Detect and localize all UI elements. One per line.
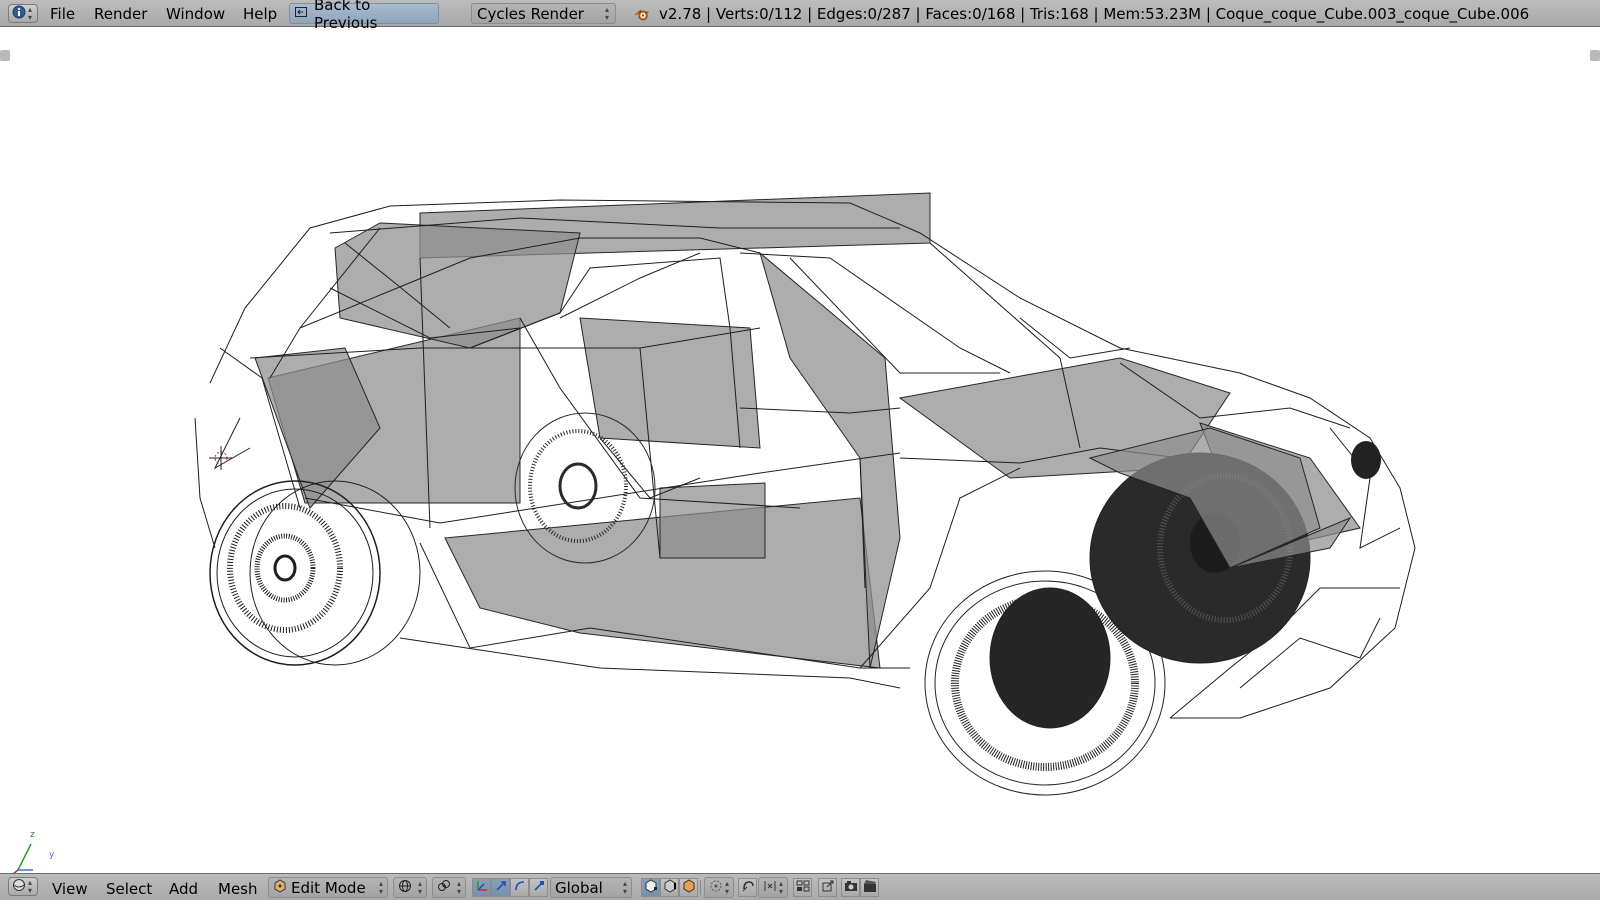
snap-element-icon (763, 879, 777, 897)
snap-element-select[interactable]: ▴ ▾ (758, 877, 788, 898)
snap-icon (741, 879, 755, 897)
menu-view[interactable]: View (52, 880, 88, 898)
edge-select-toggle[interactable] (660, 878, 679, 897)
menu-mesh[interactable]: Mesh (218, 880, 258, 898)
back-to-previous-button[interactable]: Back to Previous (289, 0, 439, 32)
separator (700, 880, 701, 895)
viewport-shading-icon (398, 879, 412, 897)
updown-arrows-icon: ▴ ▾ (778, 879, 783, 896)
proportional-edit-icon (709, 879, 723, 897)
render-still-button[interactable] (841, 878, 860, 897)
mode-select[interactable]: Edit Mode ▴ ▾ (268, 877, 388, 898)
axis-y-label: y (49, 850, 55, 860)
menu-add[interactable]: Add (169, 880, 198, 898)
manipulator-toggle[interactable] (472, 878, 491, 897)
translate-toggle[interactable] (491, 878, 510, 897)
edit-mode-icon (273, 878, 287, 897)
rotate-toggle[interactable] (510, 878, 529, 897)
vertex-select-toggle[interactable] (641, 878, 660, 897)
proportional-edit-select[interactable]: ▴ ▾ (704, 877, 734, 898)
manipulator-icon (475, 879, 489, 897)
3d-viewport[interactable]: z y (0, 28, 1600, 875)
edge-select-icon (663, 878, 677, 897)
viewport-shading-select[interactable]: ▴ ▾ (393, 877, 427, 898)
render-engine-label: Cycles Render (477, 4, 584, 23)
translate-icon (494, 879, 508, 897)
axis-z-label: z (30, 830, 35, 840)
scale-icon (532, 879, 546, 897)
scale-toggle[interactable] (529, 878, 548, 897)
back-to-previous-label: Back to Previous (314, 0, 378, 32)
render-icon (844, 879, 858, 897)
updown-arrows-icon: ▴ ▾ (417, 879, 422, 896)
scene-stats: v2.78 | Verts:0/112 | Edges:0/287 | Face… (659, 5, 1530, 23)
clapper-icon (863, 879, 877, 897)
overlay-toggle[interactable] (818, 878, 837, 897)
info-icon (12, 5, 26, 23)
overlay-icon (821, 879, 835, 897)
rotate-icon (513, 879, 527, 897)
updown-arrows-icon: ▴ ▾ (724, 879, 729, 896)
menu-file[interactable]: File (50, 5, 75, 23)
updown-arrows-icon: ▴ ▾ (456, 879, 461, 896)
vertex-select-icon (644, 878, 658, 897)
3d-view-header: ▴ ▾ View Select Add Mesh Edit Mode ▴ ▾ ▴ ▾ … (0, 873, 1600, 900)
layer-icons (796, 879, 810, 897)
pivot-point-select[interactable]: ▴ ▾ (432, 877, 466, 898)
face-select-icon (682, 878, 696, 897)
menu-render[interactable]: Render (94, 5, 147, 23)
orientation-label: Global (555, 878, 603, 897)
back-arrow-icon (294, 5, 308, 23)
updown-arrows-icon: ▴ ▾ (622, 879, 627, 896)
editor-type-button-3d[interactable]: ▴ ▾ (8, 877, 38, 896)
updown-arrows-icon: ▴ ▾ (604, 5, 609, 22)
car-wireframe-mesh[interactable] (0, 28, 1600, 873)
face-select-toggle[interactable] (679, 878, 698, 897)
updown-arrows-icon: ▴ ▾ (378, 879, 383, 896)
view3d-editor-icon (12, 878, 26, 896)
layer-toggle[interactable] (793, 878, 812, 897)
blender-logo-icon (633, 6, 651, 26)
render-engine-select[interactable]: Cycles Render ▴ ▾ (471, 3, 616, 24)
render-animation-button[interactable] (860, 878, 879, 897)
menu-help[interactable]: Help (243, 5, 277, 23)
pivot-icon (437, 879, 451, 897)
menu-select[interactable]: Select (106, 880, 152, 898)
menu-window[interactable]: Window (166, 5, 225, 23)
editor-type-button[interactable]: ▴ ▾ (8, 4, 38, 23)
transform-orientation-select[interactable]: Global ▴ ▾ (550, 877, 632, 898)
snap-toggle[interactable] (738, 878, 757, 897)
mode-label: Edit Mode (291, 878, 366, 897)
info-header: ▴ ▾ File Render Window Help Back to Previ… (0, 0, 1600, 32)
